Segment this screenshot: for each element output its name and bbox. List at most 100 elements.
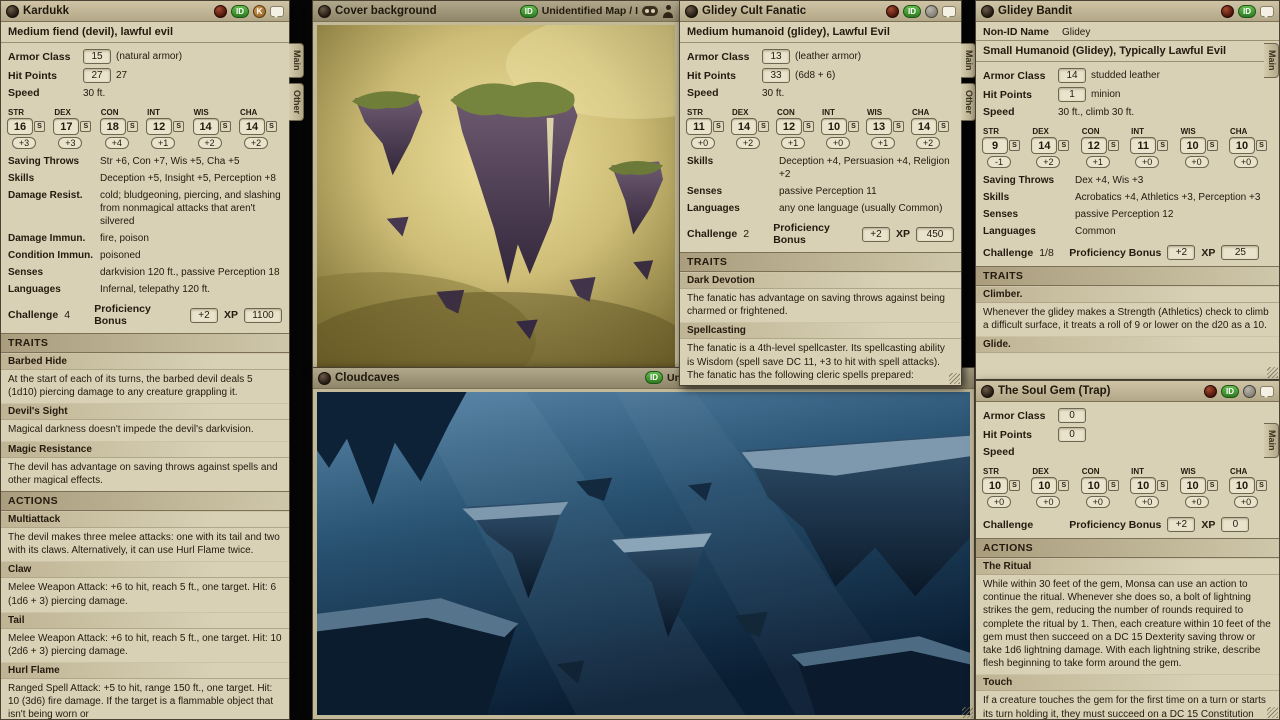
ability-save-button[interactable]: S <box>1108 140 1119 151</box>
ability-score[interactable]: 10 <box>1180 137 1206 154</box>
map-image-floating-islands[interactable] <box>317 25 675 367</box>
window-menu-icon[interactable] <box>685 5 698 18</box>
hit-points-value[interactable]: 27 <box>83 68 111 83</box>
side-tab[interactable]: Other <box>961 83 976 121</box>
ability-score[interactable]: 12 <box>1081 137 1107 154</box>
challenge-value[interactable]: 4 <box>64 309 88 321</box>
ability-score[interactable]: 10 <box>1130 477 1156 494</box>
id-badge[interactable]: ID <box>1221 385 1239 398</box>
proficiency-value[interactable]: +2 <box>1167 245 1195 260</box>
proficiency-value[interactable]: +2 <box>190 308 218 323</box>
ability-score[interactable]: 12 <box>776 118 802 135</box>
ability-score[interactable]: 18 <box>100 118 126 135</box>
token-icon[interactable] <box>1204 385 1217 398</box>
ability-save-button[interactable]: S <box>1207 480 1218 491</box>
ability-mod[interactable]: +2 <box>198 137 222 149</box>
xp-value[interactable]: 450 <box>916 227 954 242</box>
xp-value[interactable]: 0 <box>1221 517 1249 532</box>
xp-value[interactable]: 25 <box>1221 245 1259 260</box>
map-image-blue-floating-rocks[interactable] <box>317 392 970 715</box>
ability-save-button[interactable]: S <box>1009 140 1020 151</box>
side-tab[interactable]: Main <box>1264 423 1279 458</box>
ability-score[interactable]: 14 <box>911 118 937 135</box>
window-titlebar[interactable]: Glidey Cult Fanatic ID <box>680 1 961 22</box>
ability-mod[interactable]: +0 <box>1086 496 1110 508</box>
id-badge[interactable]: ID <box>231 5 249 18</box>
ability-score[interactable]: 10 <box>821 118 847 135</box>
ability-save-button[interactable]: S <box>758 121 769 132</box>
vision-icon[interactable] <box>642 6 658 16</box>
challenge-value[interactable]: 2 <box>743 228 767 240</box>
side-tab[interactable]: Main <box>961 43 976 78</box>
ability-score[interactable]: 9 <box>982 137 1008 154</box>
resize-grip[interactable] <box>949 373 960 384</box>
chat-icon[interactable] <box>270 6 284 17</box>
ability-save-button[interactable]: S <box>220 121 231 132</box>
ability-mod[interactable]: +2 <box>916 137 940 149</box>
ability-save-button[interactable]: S <box>1058 140 1069 151</box>
xp-value[interactable]: 1100 <box>244 308 282 323</box>
ability-mod[interactable]: +1 <box>151 137 175 149</box>
armor-class-value[interactable]: 15 <box>83 49 111 64</box>
proficiency-value[interactable]: +2 <box>1167 517 1195 532</box>
ability-save-button[interactable]: S <box>713 121 724 132</box>
player-icon[interactable] <box>662 5 674 18</box>
letter-token-icon[interactable] <box>925 5 938 18</box>
letter-token-icon[interactable]: K <box>253 5 266 18</box>
letter-token-icon[interactable] <box>1243 385 1256 398</box>
ability-save-button[interactable]: S <box>80 121 91 132</box>
ability-mod[interactable]: +0 <box>1185 156 1209 168</box>
window-menu-icon[interactable] <box>318 5 331 18</box>
window-titlebar[interactable]: The Soul Gem (Trap) ID <box>976 381 1279 402</box>
ability-mod[interactable]: +4 <box>105 137 129 149</box>
token-icon[interactable] <box>1221 5 1234 18</box>
token-icon[interactable] <box>214 5 227 18</box>
resize-grip[interactable] <box>962 707 973 718</box>
ability-mod[interactable]: +1 <box>1086 156 1110 168</box>
ability-save-button[interactable]: S <box>1256 140 1267 151</box>
ability-mod[interactable]: +2 <box>1036 156 1060 168</box>
ability-mod[interactable]: +0 <box>1135 496 1159 508</box>
ability-mod[interactable]: -1 <box>987 156 1011 168</box>
ability-mod[interactable]: +0 <box>1234 156 1258 168</box>
ability-score[interactable]: 16 <box>7 118 33 135</box>
ability-mod[interactable]: +0 <box>987 496 1011 508</box>
ability-score[interactable]: 10 <box>1031 477 1057 494</box>
id-badge[interactable]: ID <box>903 5 921 18</box>
id-badge[interactable]: ID <box>645 371 663 384</box>
ability-mod[interactable]: +3 <box>58 137 82 149</box>
ability-score[interactable]: 14 <box>193 118 219 135</box>
ability-mod[interactable]: +0 <box>1036 496 1060 508</box>
ability-save-button[interactable]: S <box>1207 140 1218 151</box>
ability-mod[interactable]: +0 <box>691 137 715 149</box>
id-badge[interactable]: ID <box>520 5 538 18</box>
resize-grip[interactable] <box>1267 367 1278 378</box>
ability-score[interactable]: 14 <box>239 118 265 135</box>
armor-class-value[interactable]: 14 <box>1058 68 1086 83</box>
ability-save-button[interactable]: S <box>1058 480 1069 491</box>
side-tab[interactable]: Main <box>289 43 304 78</box>
ability-mod[interactable]: +0 <box>826 137 850 149</box>
ability-score[interactable]: 14 <box>1031 137 1057 154</box>
hit-points-value[interactable]: 33 <box>762 68 790 83</box>
chat-icon[interactable] <box>1260 6 1274 17</box>
ability-save-button[interactable]: S <box>1157 140 1168 151</box>
ability-score[interactable]: 12 <box>146 118 172 135</box>
ability-save-button[interactable]: S <box>1256 480 1267 491</box>
ability-save-button[interactable]: S <box>938 121 949 132</box>
ability-mod[interactable]: +3 <box>12 137 36 149</box>
ability-save-button[interactable]: S <box>893 121 904 132</box>
nonid-value[interactable]: Glidey <box>1062 27 1090 38</box>
window-titlebar[interactable]: Glidey Bandit ID <box>976 1 1279 22</box>
ability-mod[interactable]: +2 <box>244 137 268 149</box>
armor-class-value[interactable]: 13 <box>762 49 790 64</box>
ability-score[interactable]: 14 <box>731 118 757 135</box>
ability-score[interactable]: 10 <box>1081 477 1107 494</box>
ability-mod[interactable]: +0 <box>1185 496 1209 508</box>
ability-score[interactable]: 11 <box>1130 137 1156 154</box>
ability-score[interactable]: 10 <box>1229 137 1255 154</box>
ability-save-button[interactable]: S <box>1157 480 1168 491</box>
chat-icon[interactable] <box>1260 386 1274 397</box>
ability-save-button[interactable]: S <box>803 121 814 132</box>
window-menu-icon[interactable] <box>318 372 331 385</box>
